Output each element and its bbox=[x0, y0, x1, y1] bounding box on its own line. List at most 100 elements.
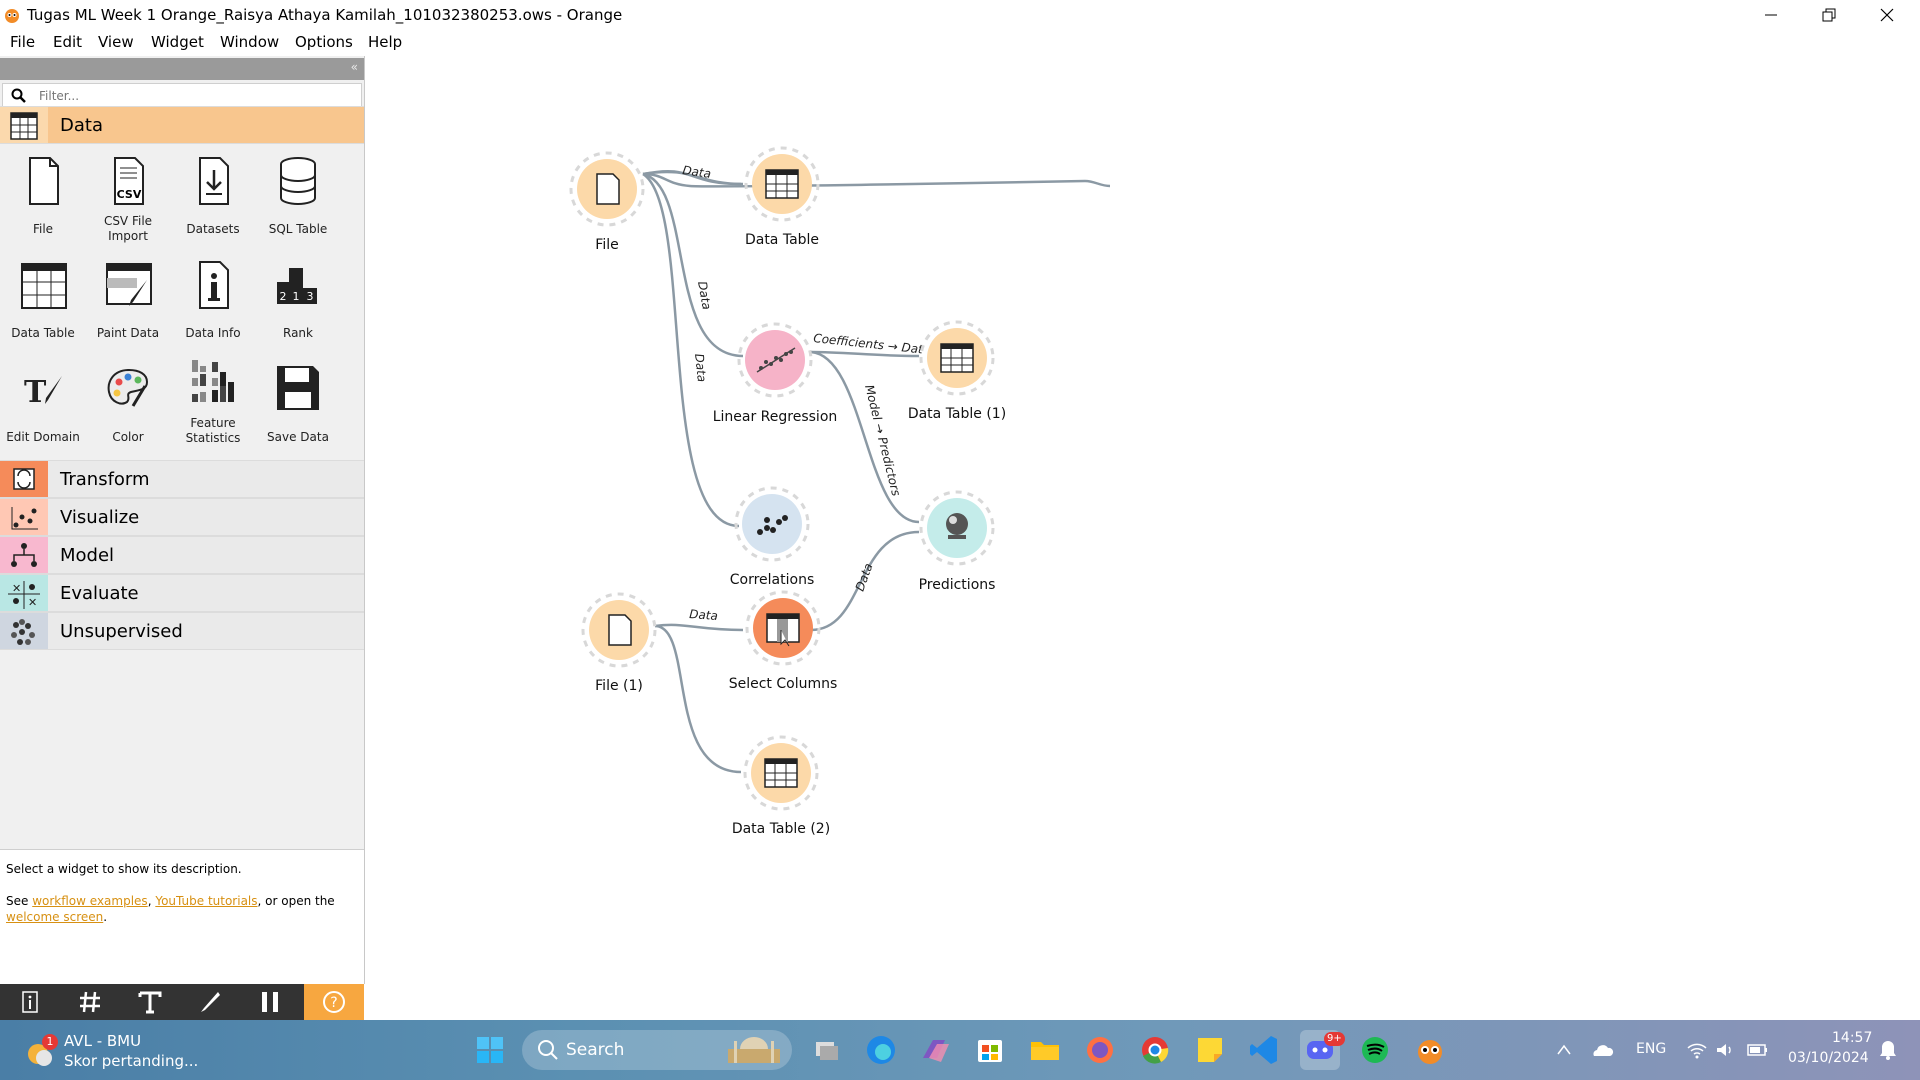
category-unsupervised[interactable]: Unsupervised bbox=[0, 612, 364, 650]
taskbar-sticky-notes[interactable] bbox=[1190, 1030, 1230, 1070]
widget-csv-file-import[interactable]: CSV CSV File Import bbox=[86, 154, 170, 244]
volume-icon[interactable] bbox=[1714, 1040, 1736, 1060]
database-icon bbox=[280, 157, 316, 205]
dock-header: « bbox=[0, 58, 364, 80]
copilot-icon bbox=[923, 1040, 949, 1062]
node-data-table-2[interactable]: Data Table (2) bbox=[732, 735, 830, 837]
taskbar-file-explorer[interactable] bbox=[1025, 1030, 1065, 1070]
menu-view[interactable]: View bbox=[98, 33, 134, 51]
category-data[interactable]: Data bbox=[0, 106, 364, 144]
collapse-dock-icon[interactable]: « bbox=[351, 60, 358, 74]
taskbar-edge[interactable] bbox=[861, 1030, 901, 1070]
menu-widget[interactable]: Widget bbox=[151, 33, 204, 51]
start-button[interactable] bbox=[470, 1030, 510, 1070]
svg-text:?: ? bbox=[330, 995, 337, 1011]
taskbar-chrome[interactable] bbox=[1135, 1030, 1175, 1070]
arrow-annotation-button[interactable] bbox=[180, 984, 240, 1020]
widget-file[interactable]: File bbox=[1, 154, 85, 237]
widget-sql-table[interactable]: SQL Table bbox=[256, 154, 340, 237]
workflow-canvas[interactable]: Data Data Data Coefficients → Dat Model … bbox=[365, 56, 1920, 1020]
wifi-icon[interactable] bbox=[1686, 1040, 1708, 1060]
taskbar-vscode[interactable] bbox=[1245, 1030, 1285, 1070]
minimize-button[interactable] bbox=[1742, 0, 1800, 30]
node-data-table[interactable]: Data Table bbox=[744, 146, 820, 248]
node-data-table-1[interactable]: Data Table (1) bbox=[908, 320, 1006, 422]
category-label: Evaluate bbox=[60, 583, 139, 604]
node-select-columns[interactable]: Select Columns bbox=[729, 590, 838, 692]
description-welcome: welcome screen. bbox=[6, 910, 108, 924]
node-file[interactable]: File bbox=[569, 151, 645, 253]
pause-icon bbox=[262, 992, 278, 1012]
widget-rank[interactable]: 213 Rank bbox=[256, 258, 340, 341]
menu-help[interactable]: Help bbox=[368, 33, 402, 51]
weather-widget[interactable]: 1 AVL - BMU Skor pertanding... bbox=[24, 1028, 204, 1072]
windows-logo-icon bbox=[477, 1037, 503, 1063]
filter-input[interactable] bbox=[37, 86, 351, 106]
language-indicator[interactable]: ENG bbox=[1636, 1041, 1666, 1057]
help-button[interactable]: ? bbox=[304, 984, 364, 1020]
restore-icon bbox=[1822, 8, 1836, 22]
node-predictions[interactable]: Predictions bbox=[919, 490, 996, 593]
node-label: Select Columns bbox=[729, 676, 838, 692]
node-label: Correlations bbox=[730, 572, 815, 588]
taskbar-spotify[interactable] bbox=[1355, 1030, 1395, 1070]
title-bar: Tugas ML Week 1 Orange_Raisya Athaya Kam… bbox=[0, 0, 1920, 30]
category-model[interactable]: Model bbox=[0, 536, 364, 574]
battery-icon[interactable] bbox=[1746, 1040, 1770, 1060]
category-visualize[interactable]: Visualize bbox=[0, 498, 364, 536]
info-icon bbox=[22, 991, 38, 1013]
category-transform[interactable]: Transform bbox=[0, 460, 364, 498]
widget-data-table[interactable]: Data Table bbox=[1, 258, 85, 341]
widget-paint-data[interactable]: Paint Data bbox=[86, 258, 170, 341]
grid-align-button[interactable] bbox=[60, 984, 120, 1020]
taskbar-discord[interactable]: 9+ bbox=[1300, 1030, 1345, 1070]
workflow-examples-link[interactable]: workflow examples bbox=[32, 894, 147, 908]
close-icon bbox=[1880, 8, 1894, 22]
taskbar-copilot[interactable] bbox=[915, 1030, 955, 1070]
paint-data-icon bbox=[106, 263, 152, 306]
widget-edit-domain[interactable]: T Edit Domain bbox=[1, 362, 85, 445]
taskbar-firefox[interactable] bbox=[1080, 1030, 1120, 1070]
widget-color[interactable]: Color bbox=[86, 362, 170, 445]
node-correlations[interactable]: Correlations bbox=[730, 486, 815, 588]
node-label: File bbox=[595, 237, 618, 253]
notification-bell-icon[interactable] bbox=[1878, 1039, 1898, 1061]
tray-chevron-icon[interactable] bbox=[1554, 1040, 1574, 1060]
svg-text:3: 3 bbox=[307, 290, 314, 303]
window-title: Tugas ML Week 1 Orange_Raisya Athaya Kam… bbox=[27, 6, 623, 24]
close-button[interactable] bbox=[1858, 0, 1916, 30]
clock-date[interactable]: 03/10/2024 bbox=[1788, 1050, 1869, 1066]
youtube-tutorials-link[interactable]: YouTube tutorials bbox=[155, 894, 257, 908]
file-icon bbox=[29, 157, 59, 205]
hash-icon bbox=[80, 991, 100, 1013]
menu-options[interactable]: Options bbox=[295, 33, 353, 51]
minimize-icon bbox=[1765, 14, 1777, 16]
taskbar-task-view[interactable] bbox=[806, 1030, 846, 1070]
info-button[interactable] bbox=[0, 984, 60, 1020]
node-linear-regression[interactable]: Linear Regression bbox=[713, 322, 838, 425]
widget-save-data[interactable]: Save Data bbox=[256, 362, 340, 445]
clock-time[interactable]: 14:57 bbox=[1832, 1030, 1872, 1046]
search-icon bbox=[11, 88, 26, 103]
text-annotation-button[interactable] bbox=[120, 984, 180, 1020]
spotify-icon bbox=[1362, 1037, 1388, 1063]
pen-icon bbox=[201, 992, 220, 1012]
menu-window[interactable]: Window bbox=[220, 33, 279, 51]
taskbar-search[interactable]: Search bbox=[522, 1030, 792, 1070]
widget-feature-statistics[interactable]: Feature Statistics bbox=[171, 356, 255, 446]
menu-file[interactable]: File bbox=[10, 33, 35, 51]
widget-data-info[interactable]: Data Info bbox=[171, 258, 255, 341]
widget-datasets[interactable]: Datasets bbox=[171, 154, 255, 237]
welcome-screen-link[interactable]: welcome screen bbox=[6, 910, 103, 924]
discord-badge: 9+ bbox=[1324, 1032, 1345, 1046]
svg-text:T: T bbox=[24, 375, 47, 410]
rank-icon: 213 bbox=[277, 268, 317, 304]
taskbar-store[interactable] bbox=[970, 1030, 1010, 1070]
taskbar-orange[interactable] bbox=[1410, 1030, 1450, 1070]
menu-edit[interactable]: Edit bbox=[53, 33, 82, 51]
onedrive-icon[interactable] bbox=[1590, 1040, 1614, 1060]
node-file-1[interactable]: File (1) bbox=[581, 592, 657, 694]
pause-button[interactable] bbox=[240, 984, 300, 1020]
restore-button[interactable] bbox=[1800, 0, 1858, 30]
category-evaluate[interactable]: ✕ ✕ Evaluate bbox=[0, 574, 364, 612]
